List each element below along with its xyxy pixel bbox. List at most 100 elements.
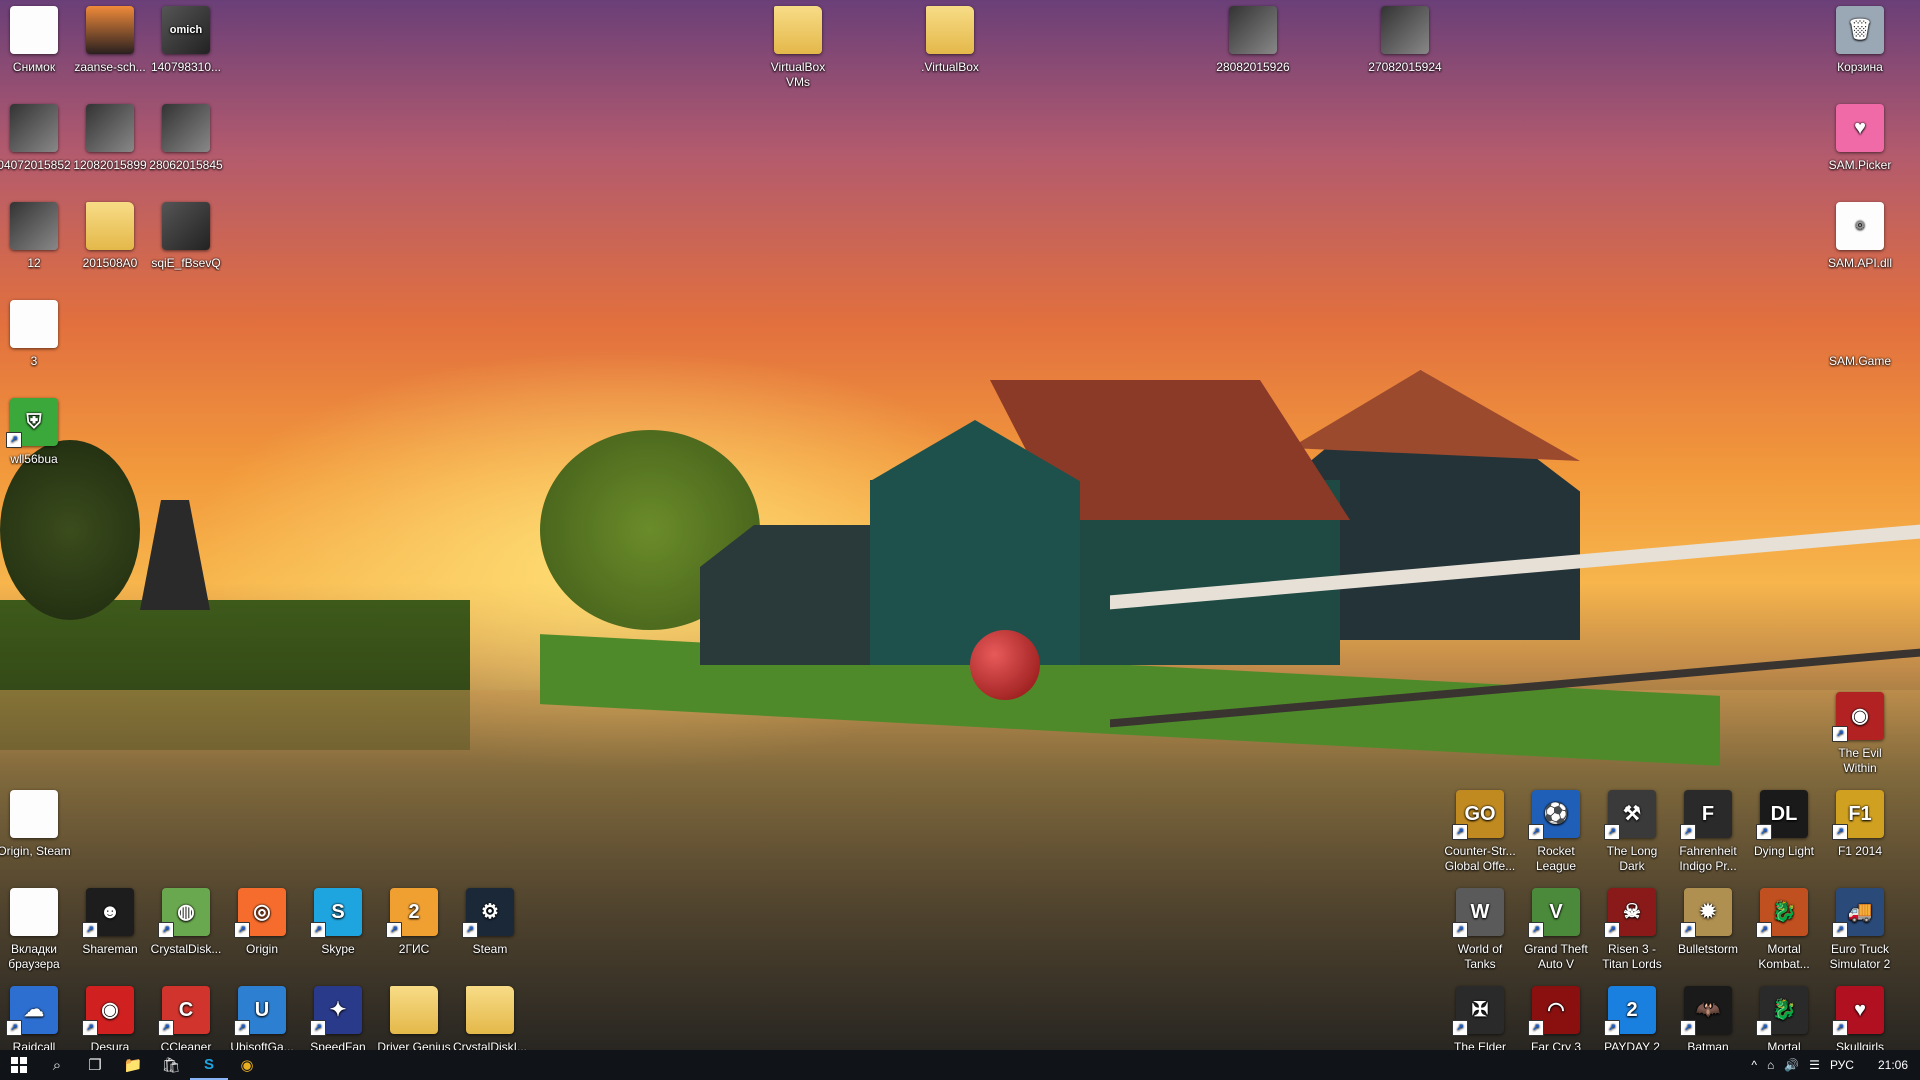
desktop-icon[interactable]: 04072015852 [0, 98, 72, 173]
desktop-icon[interactable]: omich 140798310... [148, 0, 224, 75]
desktop-icon-glyph: 🦇 [1695, 998, 1721, 1021]
desktop-icon[interactable]: Origin, Steam [0, 784, 72, 859]
desktop-icon-glyph: ⚽ [1543, 802, 1569, 825]
clock[interactable]: 21:06 [1878, 1058, 1908, 1072]
desktop-icon-label: wll56bua [10, 452, 58, 466]
desktop-icon-label: The Long Dark [1606, 844, 1658, 873]
desktop-icon[interactable]: S ↗ Skype [300, 882, 376, 957]
desktop-icon[interactable]: 2 ↗ 2ГИС [376, 882, 452, 957]
desktop-icon-image: GO ↗ [1452, 790, 1504, 840]
desktop-icon-glyph: ⛨ [26, 410, 42, 433]
shortcut-arrow-icon: ↗ [1452, 1020, 1468, 1036]
desktop-icon[interactable]: ♥ SAM.Picker [1822, 98, 1898, 173]
desktop-icon[interactable]: ✦ ↗ SpeedFan [300, 980, 376, 1055]
desktop-icon[interactable]: V ↗ Grand Theft Auto V [1518, 882, 1594, 972]
desktop-icon[interactable]: Вкладки браузера [0, 882, 72, 972]
desktop-icon[interactable]: VirtualBox VMs [760, 0, 836, 90]
desktop-icon-image [86, 202, 134, 250]
desktop-icon-image: ◎ ↗ [234, 888, 286, 938]
desktop-icon[interactable]: 28062015845 [148, 98, 224, 173]
volume-icon[interactable]: 🔊 [1784, 1058, 1799, 1072]
desktop-icon-label: Вкладки браузера [8, 942, 60, 971]
desktop-icon[interactable]: F ↗ Fahrenheit Indigo Pr... [1670, 784, 1746, 874]
shortcut-arrow-icon: ↗ [1528, 1020, 1544, 1036]
network-icon[interactable]: ⌂ [1767, 1058, 1774, 1072]
desktop-icon-label: Euro Truck Simulator 2 [1829, 942, 1891, 971]
taskbar-store-button[interactable]: 🛍 [152, 1050, 190, 1080]
desktop-icon[interactable]: W ↗ World of Tanks [1442, 882, 1518, 972]
desktop-icon[interactable]: U ↗ UbisoftGa... [224, 980, 300, 1055]
taskbar-skype-button[interactable]: S [190, 1050, 228, 1080]
desktop-icon[interactable]: zaanse-sch... [72, 0, 148, 75]
desktop-icon-image: ⚒ ↗ [1604, 790, 1656, 840]
desktop-icon-image [390, 986, 438, 1034]
desktop-icon[interactable]: ☁ ↗ Raidcall [0, 980, 72, 1055]
desktop-icon[interactable]: ☠ ↗ Risen 3 - Titan Lords [1594, 882, 1670, 972]
desktop-icon-label: SAM.API.dll [1827, 256, 1893, 270]
desktop-icon[interactable]: ⚽ ↗ Rocket League [1518, 784, 1594, 874]
wallpaper-house-small [700, 525, 880, 665]
desktop-icon[interactable]: CrystalDiskI... [452, 980, 528, 1055]
shortcut-arrow-icon: ↗ [1832, 1020, 1848, 1036]
desktop-icon[interactable]: 🚚 ↗ Euro Truck Simulator 2 [1822, 882, 1898, 972]
start-button[interactable] [0, 1050, 38, 1080]
language-indicator[interactable]: РУС [1830, 1058, 1854, 1072]
desktop-icon[interactable]: C ↗ CCleaner [148, 980, 224, 1055]
desktop-icon[interactable]: 3 [0, 294, 72, 369]
shortcut-arrow-icon: ↗ [1680, 1020, 1696, 1036]
desktop-icon[interactable]: GO ↗ Counter-Str... Global Offe... [1442, 784, 1518, 874]
shortcut-arrow-icon: ↗ [462, 922, 478, 938]
desktop-icon-image [774, 6, 822, 54]
taskbar-search-button[interactable]: ⌕ [38, 1050, 76, 1080]
desktop-icon[interactable]: 🐉↗ Mortal Kombat... [1746, 882, 1822, 972]
desktop-icon[interactable]: 28082015926 [1215, 0, 1291, 75]
task-view-icon: ❐ [88, 1057, 102, 1074]
desktop-icon-label: Bulletstorm [1677, 942, 1739, 956]
desktop-icon-glyph: ♥ [1854, 116, 1866, 139]
desktop-icon[interactable]: 12 [0, 196, 72, 271]
desktop-icon-image [926, 6, 974, 54]
desktop-icon[interactable]: ◉ ↗ The Evil Within [1822, 686, 1898, 776]
desktop-icon[interactable]: Снимок [0, 0, 72, 75]
desktop-icon[interactable]: ◍ ↗ CrystalDisk... [148, 882, 224, 957]
desktop-icon[interactable]: ◎ ↗ Origin [224, 882, 300, 957]
desktop-icon[interactable]: ♥ ↗ Skullgirls [1822, 980, 1898, 1055]
wallpaper-windmill [140, 500, 210, 610]
desktop-icon[interactable]: ☻ ↗ Shareman [72, 882, 148, 957]
shortcut-arrow-icon: ↗ [82, 922, 98, 938]
desktop-icon[interactable]: ◉ ↗ Desura [72, 980, 148, 1055]
taskbar-task-view-button[interactable]: ❐ [76, 1050, 114, 1080]
desktop-icon-glyph: ✠ [1471, 998, 1489, 1021]
shortcut-arrow-icon: ↗ [82, 1020, 98, 1036]
desktop-icon[interactable]: F1 ↗ F1 2014 [1822, 784, 1898, 859]
taskbar-file-explorer-button[interactable]: 📁 [114, 1050, 152, 1080]
notifications-icon[interactable]: ☰ [1809, 1058, 1820, 1072]
desktop-icon[interactable]: ✹ ↗ Bulletstorm [1670, 882, 1746, 957]
desktop-icon-image [466, 986, 514, 1034]
desktop-icon[interactable]: 201508A0 [72, 196, 148, 271]
desktop-icon-image: ♥ ↗ [1832, 986, 1884, 1036]
desktop-icon[interactable]: SAM.Game [1822, 294, 1898, 369]
tray-chevron-icon[interactable]: ^ [1751, 1058, 1757, 1072]
desktop-icon[interactable]: ⛨ ↗ wll56bua [0, 392, 72, 467]
desktop-icon[interactable]: 2 ↗ PAYDAY 2 [1594, 980, 1670, 1055]
desktop-icon-glyph: ◍ [177, 900, 195, 923]
desktop-icon[interactable]: ⚒ ↗ The Long Dark [1594, 784, 1670, 874]
desktop-icon[interactable]: 27082015924 [1367, 0, 1443, 75]
desktop-icon[interactable]: ⚙ ↗ Steam [452, 882, 528, 957]
desktop-icon-image [10, 202, 58, 250]
desktop-icon-image: ◍ ↗ [158, 888, 210, 938]
desktop-icon-label: 04072015852 [0, 158, 71, 172]
desktop-icon[interactable]: 🗑 Корзина [1822, 0, 1898, 75]
desktop-icon[interactable]: ⚙ SAM.API.dll [1822, 196, 1898, 271]
taskbar-chrome-button[interactable]: ◉ [228, 1050, 266, 1080]
desktop-icon[interactable]: sqiE_fBsevQ [148, 196, 224, 271]
desktop-icon-label: World of Tanks [1457, 942, 1503, 971]
desktop-icon[interactable]: DL ↗ Dying Light [1746, 784, 1822, 859]
desktop-icon-label: Risen 3 - Titan Lords [1602, 942, 1662, 971]
desktop-icon[interactable]: 12082015899 [72, 98, 148, 173]
shortcut-arrow-icon: ↗ [310, 922, 326, 938]
desktop-icon[interactable]: .VirtualBox [912, 0, 988, 75]
desktop-icon-label: SAM.Game [1828, 354, 1891, 368]
shortcut-arrow-icon: ↗ [1680, 922, 1696, 938]
